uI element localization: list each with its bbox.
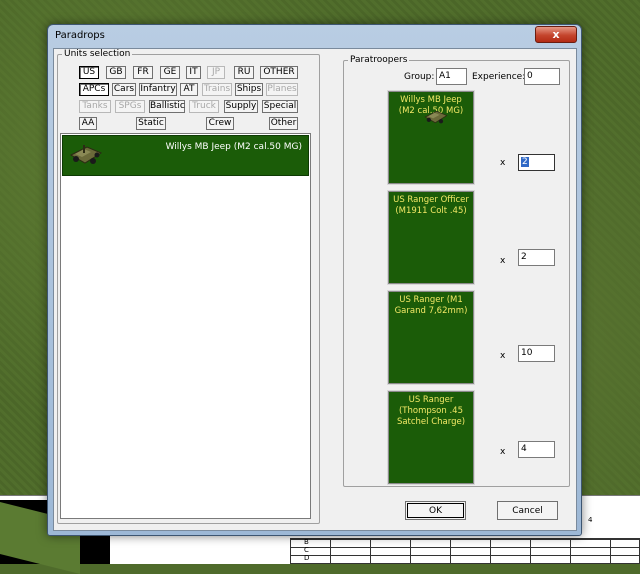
- list-item[interactable]: Willys MB Jeep (M2 cal.50 MG): [62, 135, 309, 176]
- group-field[interactable]: A1: [436, 68, 467, 85]
- nation-button-ru[interactable]: RU: [234, 66, 254, 79]
- type-button-cars[interactable]: Cars: [112, 83, 136, 96]
- slot-4-count-field[interactable]: 4: [518, 441, 555, 458]
- unit-list[interactable]: Willys MB Jeep (M2 cal.50 MG): [60, 133, 311, 519]
- multiply-sign: x: [500, 351, 506, 361]
- title-bar[interactable]: Paradrops x: [48, 25, 581, 47]
- slot-1-count-field[interactable]: 2: [518, 154, 555, 171]
- experience-label: Experience:: [472, 72, 526, 82]
- paratrooper-slot-2[interactable]: US Ranger Officer (M1911 Colt .45): [387, 190, 475, 285]
- jeep-icon: [424, 110, 448, 124]
- ok-button[interactable]: OK: [405, 501, 466, 520]
- nation-button-fr[interactable]: FR: [133, 66, 153, 79]
- type-button-static[interactable]: Static: [136, 117, 166, 130]
- type-button-apcs[interactable]: APCs: [79, 83, 109, 96]
- slot-label: US Ranger (Thompson .45 Satchel Charge): [396, 395, 466, 427]
- nation-button-ge[interactable]: GE: [160, 66, 180, 79]
- type-button-ships[interactable]: Ships: [235, 83, 263, 96]
- type-button-infantry[interactable]: Infantry: [139, 83, 177, 96]
- paratrooper-slot-1[interactable]: Willys MB Jeep (M2 cal.50 MG): [387, 90, 475, 185]
- slot-3-count-field[interactable]: 10: [518, 345, 555, 362]
- paradrops-dialog: Paradrops x Units selection US GB FR GE …: [47, 24, 582, 536]
- list-item-label: Willys MB Jeep (M2 cal.50 MG): [165, 142, 302, 152]
- nation-button-us[interactable]: US: [79, 66, 99, 79]
- type-button-tanks[interactable]: Tanks: [79, 100, 111, 113]
- nation-button-other[interactable]: OTHER: [260, 66, 298, 79]
- type-button-truck[interactable]: Truck: [189, 100, 219, 113]
- nation-button-gb[interactable]: GB: [106, 66, 126, 79]
- multiply-sign: x: [500, 158, 506, 168]
- type-button-special[interactable]: Special: [262, 100, 298, 113]
- group-label: Group:: [404, 72, 435, 82]
- map-grid-labels: B C D: [304, 538, 310, 562]
- slot-label: US Ranger Officer (M1911 Colt .45): [393, 195, 469, 216]
- multiply-sign: x: [500, 447, 506, 457]
- dialog-client-area: Units selection US GB FR GE IT JP RU OTH…: [53, 48, 577, 531]
- paratrooper-slot-4[interactable]: US Ranger (Thompson .45 Satchel Charge): [387, 390, 475, 485]
- paratrooper-slot-3[interactable]: US Ranger (M1 Garand 7,62mm): [387, 290, 475, 385]
- nation-button-it[interactable]: IT: [186, 66, 201, 79]
- jeep-icon: [69, 145, 103, 164]
- close-icon: x: [552, 28, 560, 41]
- type-button-other[interactable]: Other: [269, 117, 298, 130]
- paratroopers-legend: Paratroopers: [350, 55, 408, 65]
- type-button-supply[interactable]: Supply: [224, 100, 258, 113]
- slot-2-count-field[interactable]: 2: [518, 249, 555, 266]
- nation-button-jp[interactable]: JP: [207, 66, 225, 79]
- experience-field[interactable]: 0: [524, 68, 560, 85]
- type-button-aa[interactable]: AA: [79, 117, 97, 130]
- type-button-ballistic[interactable]: Ballistic: [149, 100, 185, 113]
- type-button-trains[interactable]: Trains: [202, 83, 232, 96]
- close-button[interactable]: x: [535, 26, 577, 43]
- map-grid-number: 4: [588, 516, 593, 524]
- window-title: Paradrops: [55, 30, 105, 41]
- units-selection-legend: Units selection: [64, 49, 131, 59]
- map-grid-table: [290, 538, 640, 564]
- cancel-button[interactable]: Cancel: [497, 501, 558, 520]
- slot-label: US Ranger (M1 Garand 7,62mm): [394, 295, 468, 316]
- type-button-spgs[interactable]: SPGs: [115, 100, 145, 113]
- multiply-sign: x: [500, 256, 506, 266]
- type-button-planes[interactable]: Planes: [266, 83, 298, 96]
- type-button-crew[interactable]: Crew: [206, 117, 234, 130]
- type-button-at[interactable]: AT: [180, 83, 198, 96]
